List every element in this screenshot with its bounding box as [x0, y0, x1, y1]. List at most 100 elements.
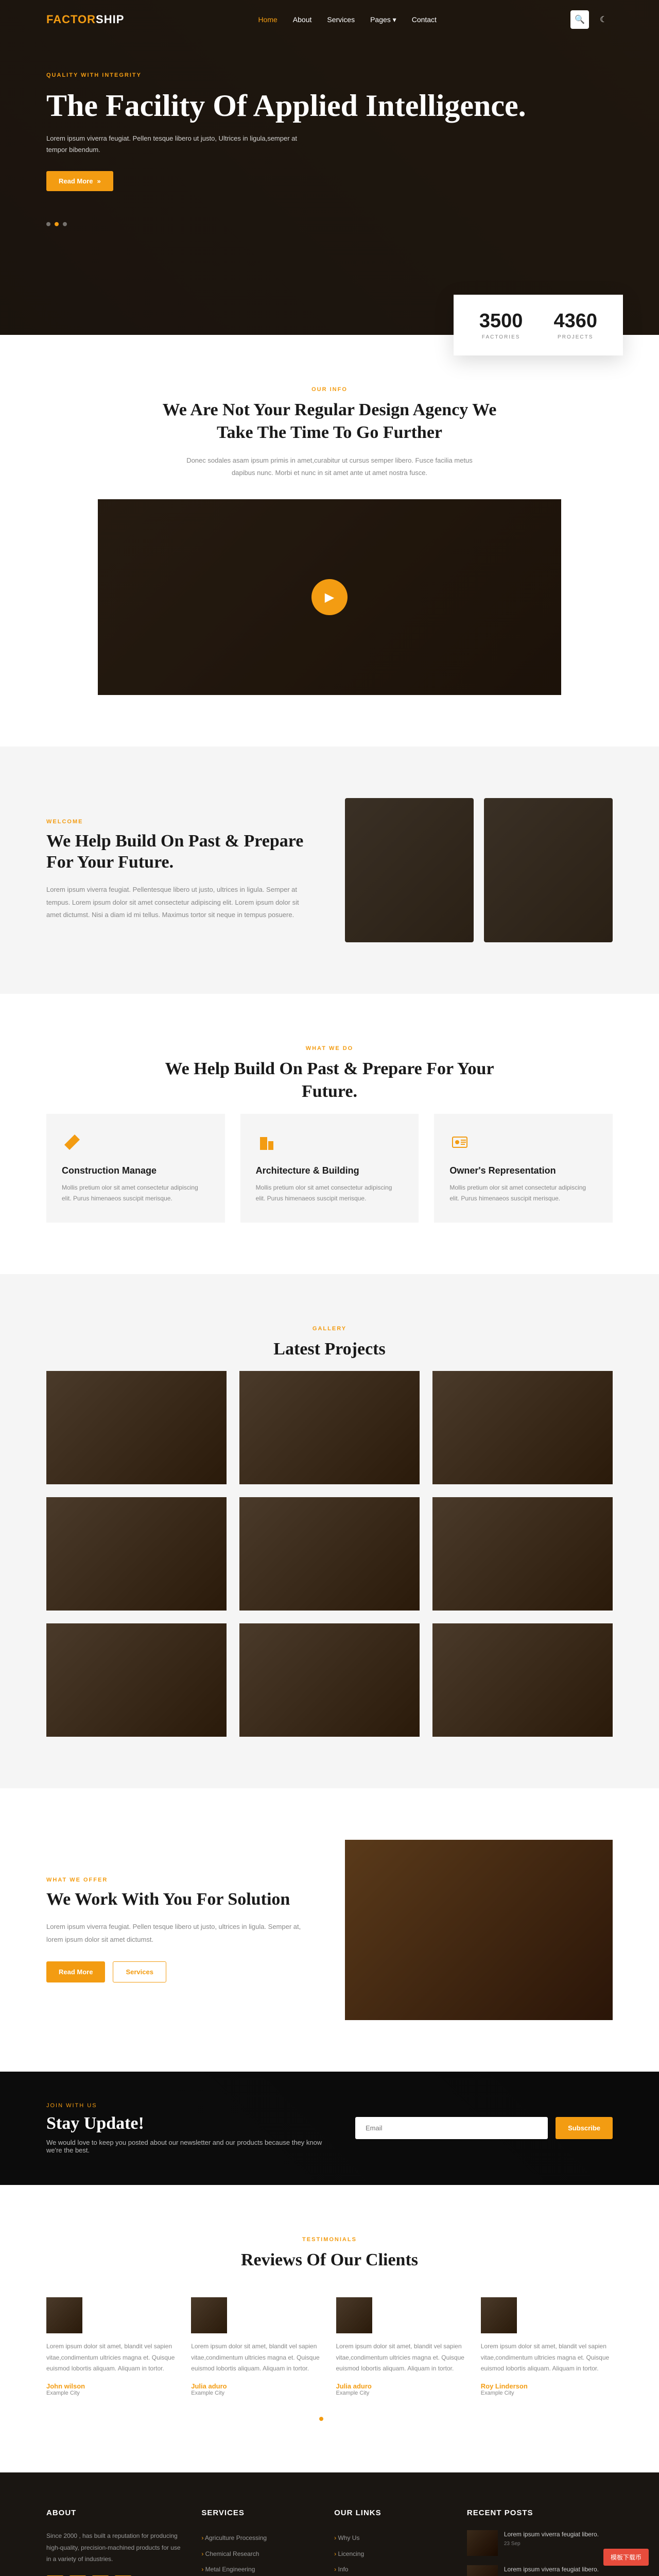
footer-link[interactable]: Metal Engineering	[201, 2562, 314, 2576]
eyebrow: WHAT WE DO	[46, 1045, 613, 1052]
testimonial: Lorem ipsum dolor sit amet, blandit vel …	[481, 2297, 613, 2396]
logo[interactable]: FACTORSHIP	[46, 13, 124, 26]
eyebrow: JOIN WITH US	[46, 2103, 335, 2109]
gallery-item[interactable]	[46, 1371, 227, 1484]
nav-services[interactable]: Services	[327, 15, 355, 24]
dot[interactable]	[46, 222, 50, 226]
author: John wilson	[46, 2382, 178, 2390]
gallery-item[interactable]	[239, 1497, 420, 1611]
gallery-item[interactable]	[432, 1623, 613, 1737]
footer-text: Since 2000 , has built a reputation for …	[46, 2530, 181, 2565]
footer-link[interactable]: Licencing	[334, 2546, 446, 2562]
section-title: We Help Build On Past & Prepare For Your…	[149, 1058, 510, 1103]
gallery-item[interactable]	[432, 1371, 613, 1484]
dot[interactable]	[319, 2417, 323, 2421]
section-title: We Work With You For Solution	[46, 1889, 314, 1910]
dot[interactable]	[336, 2417, 340, 2421]
nav-pages[interactable]: Pages ▾	[370, 15, 396, 24]
badge-icon	[449, 1132, 470, 1153]
avatar	[481, 2297, 517, 2333]
eyebrow: TESTIMONIALS	[46, 2236, 613, 2243]
footer-link[interactable]: Agriculture Processing	[201, 2530, 314, 2546]
reviews-section: TESTIMONIALS Reviews Of Our Clients Lore…	[0, 2185, 659, 2472]
services-button[interactable]: Services	[113, 1961, 166, 1982]
gallery-item[interactable]	[46, 1497, 227, 1611]
footer-link[interactable]: Info	[334, 2562, 446, 2576]
image	[345, 798, 474, 942]
testimonial-text: Lorem ipsum dolor sit amet, blandit vel …	[46, 2341, 178, 2375]
section-title: Stay Update!	[46, 2114, 335, 2133]
moon-icon: ☾	[600, 14, 607, 25]
footer-heading: OUR LINKS	[334, 2509, 446, 2517]
section-sub: Donec sodales asam ipsum primis in amet,…	[175, 454, 484, 479]
card-title: Owner's Representation	[449, 1165, 597, 1176]
testimonial: Lorem ipsum dolor sit amet, blandit vel …	[191, 2297, 323, 2396]
author: Julia aduro	[191, 2382, 323, 2390]
avatar	[46, 2297, 82, 2333]
header: FACTORSHIP Home About Services Pages ▾ C…	[0, 0, 659, 39]
testimonial-text: Lorem ipsum dolor sit amet, blandit vel …	[191, 2341, 323, 2375]
city: Example City	[481, 2390, 613, 2396]
dot[interactable]	[55, 222, 59, 226]
footer-link[interactable]: Chemical Research	[201, 2546, 314, 2562]
post-title: Lorem ipsum viverra feugiat libero.	[504, 2565, 599, 2574]
dot[interactable]	[327, 2417, 332, 2421]
section-text: We would love to keep you posted about o…	[46, 2139, 335, 2154]
service-card: Architecture & Building Mollis pretium o…	[240, 1114, 419, 1223]
download-button[interactable]: 模板下载币	[603, 2549, 649, 2566]
city: Example City	[336, 2390, 468, 2396]
post-image	[467, 2530, 498, 2556]
gallery-item[interactable]	[239, 1623, 420, 1737]
section-title: We Are Not Your Regular Design Agency We…	[149, 399, 510, 444]
ruler-icon	[62, 1132, 82, 1153]
email-input[interactable]	[355, 2117, 548, 2139]
arrow-icon: »	[97, 177, 100, 185]
stat: 3500FACTORIES	[479, 310, 523, 340]
gallery-item[interactable]	[46, 1623, 227, 1737]
gallery-item[interactable]	[432, 1497, 613, 1611]
section-title: We Help Build On Past & Prepare For Your…	[46, 831, 314, 873]
section-text: Lorem ipsum viverra feugiat. Pellentesqu…	[46, 884, 314, 922]
nav-home[interactable]: Home	[258, 15, 277, 24]
gallery-item[interactable]	[239, 1371, 420, 1484]
footer-heading: RECENT POSTS	[467, 2509, 613, 2517]
theme-toggle[interactable]: ☾	[594, 10, 613, 29]
nav-contact[interactable]: Contact	[412, 15, 437, 24]
post-title: Lorem ipsum viverra feugiat libero.	[504, 2530, 599, 2539]
hero-tagline: QUALITY WITH INTEGRITY	[46, 72, 613, 78]
hero-cta[interactable]: Read More »	[46, 171, 113, 191]
eyebrow: WELCOME	[46, 819, 314, 825]
subscribe-button[interactable]: Subscribe	[556, 2117, 613, 2139]
video-player[interactable]: ▶	[98, 499, 561, 695]
dot[interactable]	[63, 222, 67, 226]
read-more-button[interactable]: Read More	[46, 1961, 105, 1982]
chevron-down-icon: ▾	[393, 15, 396, 24]
footer-link[interactable]: Why Us	[334, 2530, 446, 2546]
author: Roy Linderson	[481, 2382, 613, 2390]
footer: ABOUT Since 2000 , has built a reputatio…	[0, 2472, 659, 2576]
recent-post[interactable]: Lorem ipsum viverra feugiat libero. 23 Se…	[467, 2530, 613, 2556]
city: Example City	[191, 2390, 323, 2396]
service-card: Construction Manage Mollis pretium olor …	[46, 1114, 225, 1223]
city: Example City	[46, 2390, 178, 2396]
search-button[interactable]: 🔍	[570, 10, 589, 29]
eyebrow: WHAT WE OFFER	[46, 1877, 314, 1883]
intro-section: OUR INFO We Are Not Your Regular Design …	[0, 335, 659, 747]
hero-title: The Facility Of Applied Intelligence.	[46, 89, 613, 123]
image	[484, 798, 613, 942]
nav-about[interactable]: About	[293, 15, 312, 24]
services-section: WHAT WE DO We Help Build On Past & Prepa…	[0, 994, 659, 1274]
testimonial-text: Lorem ipsum dolor sit amet, blandit vel …	[336, 2341, 468, 2375]
testimonial-text: Lorem ipsum dolor sit amet, blandit vel …	[481, 2341, 613, 2375]
post-date: 23 Sep	[504, 2541, 599, 2547]
section-title: Latest Projects	[149, 1338, 510, 1361]
post-image	[467, 2565, 498, 2576]
card-text: Mollis pretium olor sit amet consectetur…	[449, 1182, 597, 1205]
image	[345, 1840, 613, 2020]
play-icon: ▶	[311, 579, 348, 615]
testimonial: Lorem ipsum dolor sit amet, blandit vel …	[336, 2297, 468, 2396]
eyebrow: GALLERY	[46, 1326, 613, 1332]
footer-heading: ABOUT	[46, 2509, 181, 2517]
recent-post[interactable]: Lorem ipsum viverra feugiat libero.23 Se…	[467, 2565, 613, 2576]
image-pair	[345, 798, 613, 942]
